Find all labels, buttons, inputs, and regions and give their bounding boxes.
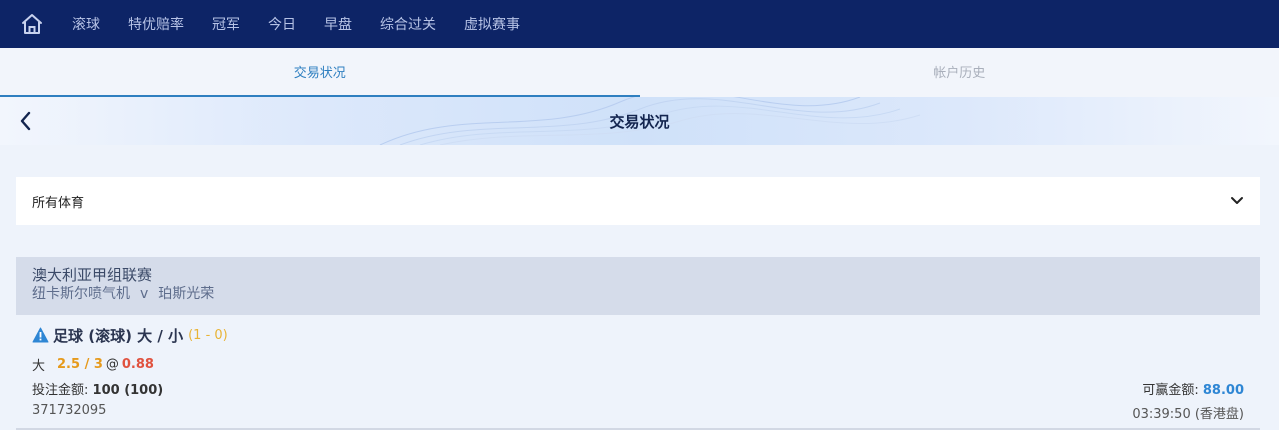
nav-item-special-odds[interactable]: 特优赔率 <box>128 14 184 34</box>
odds-value: 0.88 <box>121 356 154 372</box>
ticket-id: 371732095 <box>32 403 107 418</box>
stake-label: 投注金额: <box>32 383 89 398</box>
nav-item-early[interactable]: 早盘 <box>324 14 352 34</box>
stake: 投注金额: 100 (100) <box>32 379 164 398</box>
bet-time: 03:39:50 (香港盘) <box>1132 407 1244 422</box>
bet-ticket: 足球 (滚球) 大 / 小 (1 - 0) 大 2.5 / 3 @ 0.88 投… <box>16 315 1260 430</box>
warning-icon <box>32 327 49 343</box>
home-icon[interactable] <box>20 12 44 36</box>
chevron-down-icon <box>1231 197 1243 204</box>
tab-account-history[interactable]: 帐户历史 <box>640 48 1279 97</box>
nav-item-today[interactable]: 今日 <box>268 14 296 34</box>
win-label: 可赢金额: <box>1142 383 1199 398</box>
nav-item-outright[interactable]: 冠军 <box>212 14 240 34</box>
bet-title: 足球 (滚球) 大 / 小 (1 - 0) <box>32 325 1244 345</box>
league-name: 澳大利亚甲组联赛 <box>32 266 153 284</box>
stake-value: 100 (100) <box>92 383 164 398</box>
nav-item-live[interactable]: 滚球 <box>72 14 100 34</box>
chevron-left-icon <box>20 111 31 131</box>
selection-label: 大 <box>32 358 46 374</box>
league-header: 澳大利亚甲组联赛 纽卡斯尔喷气机 v 珀斯光荣 <box>16 257 1260 315</box>
page-header: 交易状况 <box>0 97 1279 145</box>
tab-bar: 交易状况 帐户历史 <box>0 48 1279 97</box>
away-team: 珀斯光荣 <box>158 286 215 302</box>
handicap-line: 2.5 / 3 <box>57 356 103 372</box>
bet-market: 足球 (滚球) 大 / 小 <box>53 326 184 345</box>
win-value: 88.00 <box>1202 383 1244 398</box>
top-navigation: 滚球 特优赔率 冠军 今日 早盘 综合过关 虚拟赛事 <box>0 0 1279 48</box>
bet-selection: 大 2.5 / 3 @ 0.88 <box>32 355 1244 374</box>
sport-filter-value: 所有体育 <box>32 195 85 211</box>
nav-item-parlay[interactable]: 综合过关 <box>380 14 436 34</box>
versus-label: v <box>140 286 149 302</box>
match-score: (1 - 0) <box>188 327 228 343</box>
sport-filter-select[interactable]: 所有体育 <box>16 177 1260 225</box>
potential-win: 可赢金额: 88.00 <box>1142 379 1244 398</box>
bet-meta: 371732095 03:39:50 (香港盘) <box>32 403 1244 422</box>
home-team: 纽卡斯尔喷气机 <box>32 286 130 302</box>
back-button[interactable] <box>14 109 36 133</box>
match-teams: 纽卡斯尔喷气机 v 珀斯光荣 <box>32 285 1244 303</box>
bet-amounts: 投注金额: 100 (100) 可赢金额: 88.00 <box>32 379 1244 398</box>
nav-item-virtual[interactable]: 虚拟赛事 <box>464 14 520 34</box>
tab-transaction-status[interactable]: 交易状况 <box>0 48 640 97</box>
at-symbol: @ <box>105 356 119 372</box>
page-title: 交易状况 <box>609 112 670 131</box>
